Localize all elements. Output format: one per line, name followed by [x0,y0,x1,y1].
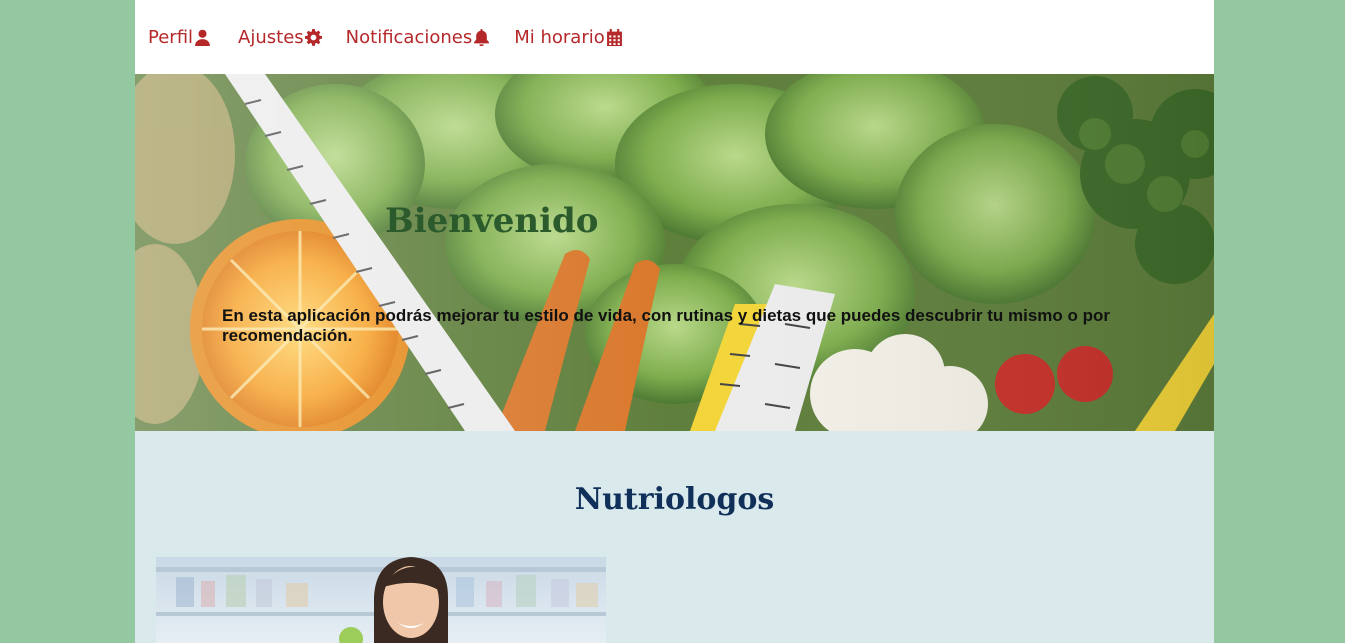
nav-item-mi-horario-label: Mi horario [514,26,605,48]
nav-item-notificaciones[interactable]: Notificaciones [346,27,491,48]
bell-icon [474,28,490,46]
nav-item-ajustes-label: Ajustes [238,26,304,48]
nav-item-mi-horario[interactable]: Mi horario [514,27,623,48]
hero-banner: Bienvenido En esta aplicación podrás mej… [135,74,1214,431]
nav-item-notificaciones-label: Notificaciones [345,26,473,48]
nutritionist-image [156,557,606,643]
nutriologos-heading: Nutriologos [574,482,775,517]
welcome-heading: Bienvenido [385,201,599,241]
vegetables-background-image [135,74,1214,431]
calendar-icon [606,28,622,46]
nav-item-perfil-label: Perfil [148,26,194,48]
gear-icon [304,28,322,46]
top-navbar: Perfil Ajustes Notificaciones Mi horario [135,0,1214,74]
nutritionist-photo[interactable] [156,557,606,643]
main-container: Perfil Ajustes Notificaciones Mi horario [135,0,1214,643]
nav-item-perfil[interactable]: Perfil [148,27,211,48]
nav-item-ajustes[interactable]: Ajustes [238,27,322,48]
welcome-description: En esta aplicación podrás mejorar tu est… [222,306,1111,345]
user-icon [195,29,210,46]
